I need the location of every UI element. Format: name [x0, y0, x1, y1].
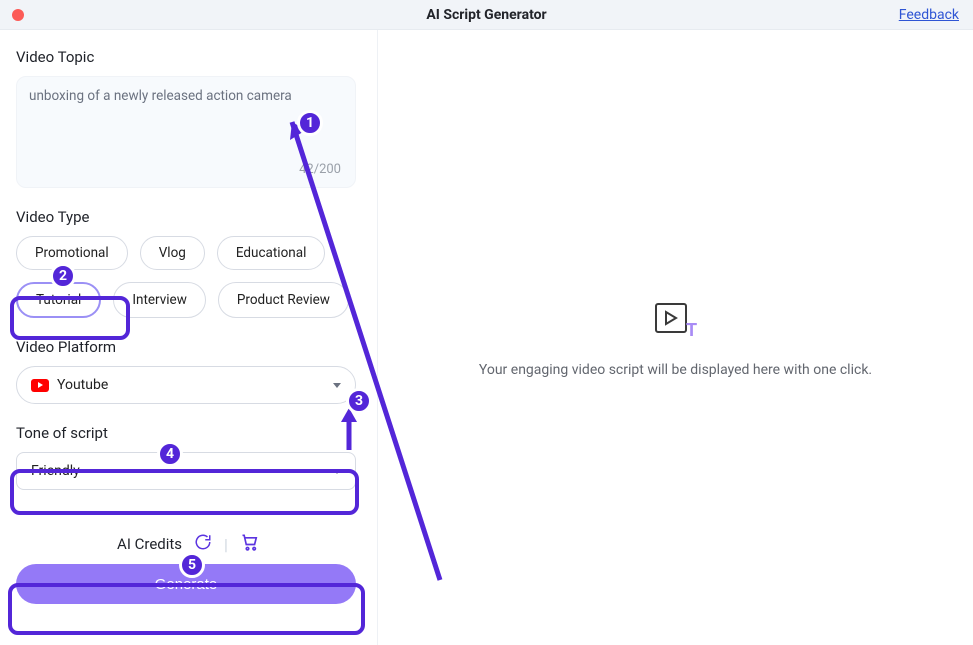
- chip-tutorial[interactable]: Tutorial: [16, 282, 101, 318]
- script-placeholder-icon: T: [652, 300, 700, 344]
- divider: |: [224, 535, 228, 554]
- youtube-icon: [31, 379, 49, 392]
- refresh-icon[interactable]: [194, 533, 212, 555]
- video-topic-label: Video Topic: [16, 48, 361, 66]
- chip-educational[interactable]: Educational: [217, 236, 326, 270]
- output-placeholder-text: Your engaging video script will be displ…: [378, 362, 973, 378]
- tone-selected: Friendly: [31, 463, 80, 479]
- form-panel: Video Topic unboxing of a newly released…: [0, 30, 378, 645]
- feedback-link[interactable]: Feedback: [899, 7, 959, 23]
- video-type-label: Video Type: [16, 208, 361, 226]
- cart-icon[interactable]: [240, 532, 260, 556]
- chip-promotional[interactable]: Promotional: [16, 236, 128, 270]
- ai-credits-label: AI Credits: [117, 535, 182, 553]
- credits-row: AI Credits |: [16, 532, 361, 556]
- output-panel: T Your engaging video script will be dis…: [378, 30, 973, 645]
- chip-product-review[interactable]: Product Review: [218, 282, 349, 318]
- generate-button[interactable]: Generate: [16, 564, 356, 604]
- video-platform-label: Video Platform: [16, 338, 361, 356]
- tone-label: Tone of script: [16, 424, 361, 442]
- chip-interview[interactable]: Interview: [113, 282, 206, 318]
- app-title: AI Script Generator: [0, 7, 973, 23]
- svg-text:T: T: [686, 320, 697, 340]
- chevron-down-icon: [333, 383, 341, 388]
- chip-vlog[interactable]: Vlog: [140, 236, 205, 270]
- video-type-chips: Promotional Vlog Educational Tutorial In…: [16, 236, 361, 318]
- chevron-down-icon: [333, 469, 341, 474]
- tone-dropdown[interactable]: Friendly: [16, 452, 356, 490]
- video-topic-input[interactable]: unboxing of a newly released action came…: [16, 76, 356, 188]
- platform-selected: Youtube: [57, 377, 108, 393]
- video-topic-value: unboxing of a newly released action came…: [29, 87, 343, 106]
- char-counter: 42/200: [299, 162, 341, 177]
- platform-dropdown[interactable]: Youtube: [16, 366, 356, 404]
- window-titlebar: AI Script Generator Feedback: [0, 0, 973, 30]
